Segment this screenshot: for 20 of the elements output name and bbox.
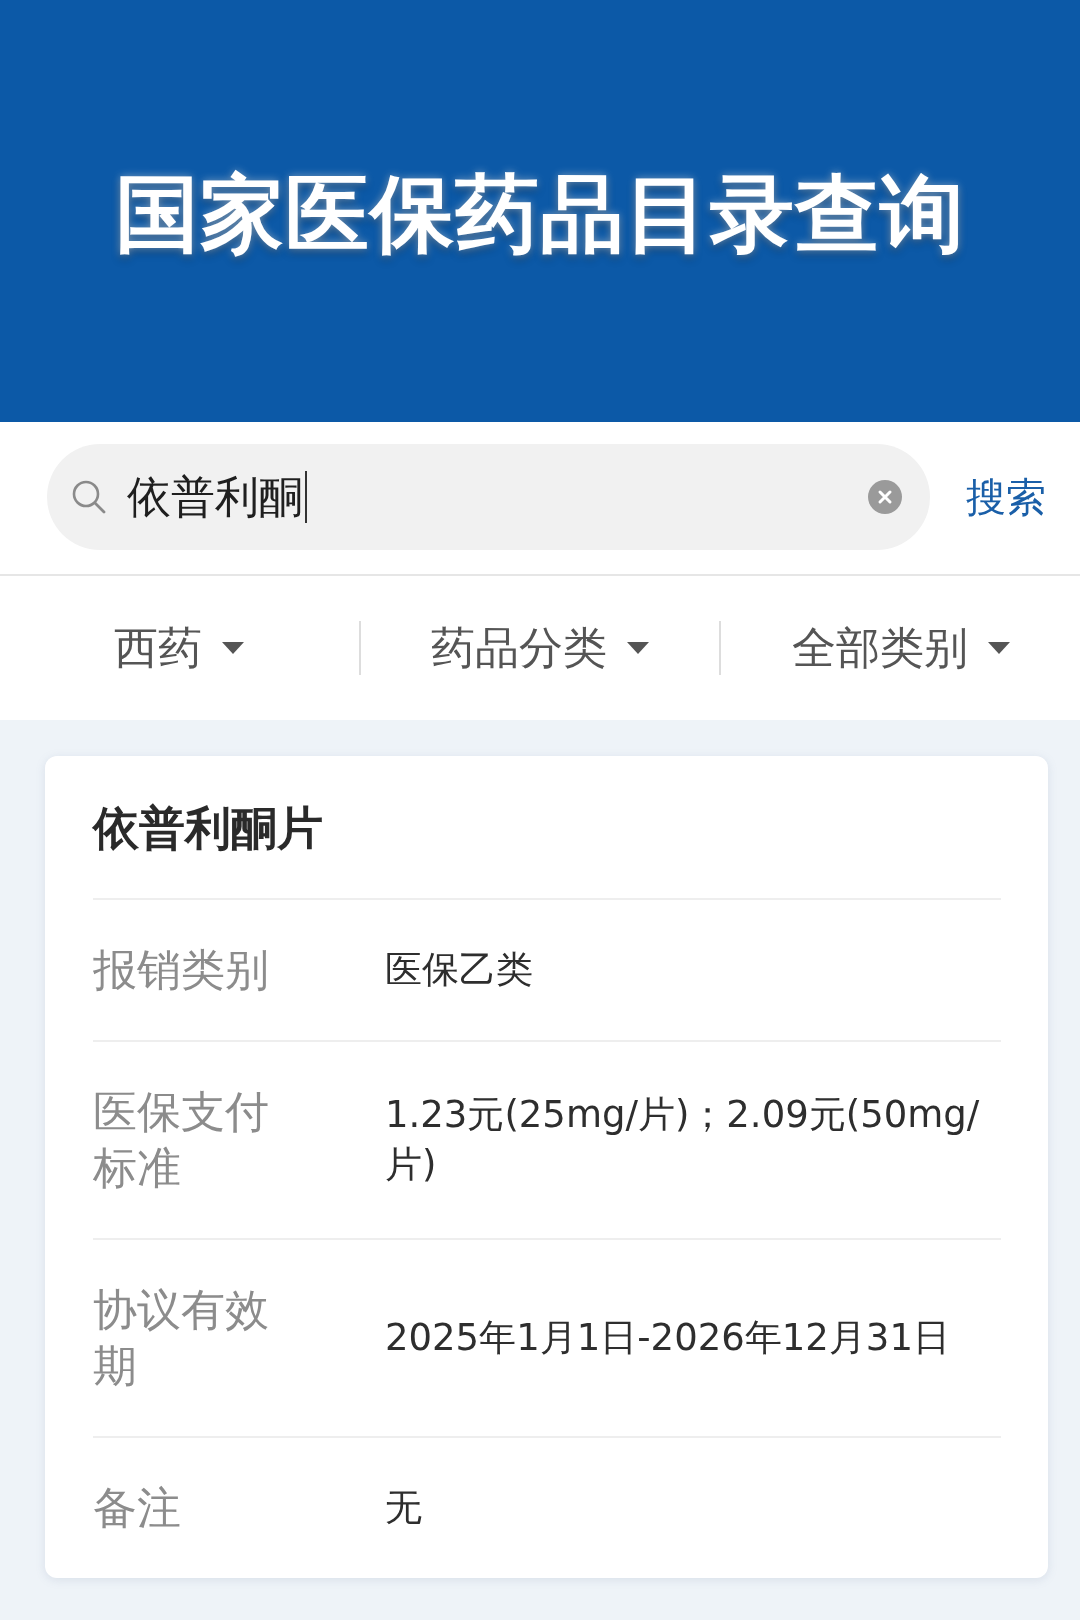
caret-icon (627, 642, 649, 654)
search-field[interactable]: 依普利酮 (47, 444, 930, 550)
caret-icon (987, 642, 1010, 654)
field-value: 无 (385, 1485, 423, 1531)
page-title: 国家医保药品目录查询 (115, 163, 965, 261)
field-value: 1.23元(25mg/片)；2.09元(50mg/片) (385, 1092, 981, 1188)
drug-name: 依普利酮片 (93, 800, 323, 857)
field-value: 医保乙类 (385, 947, 534, 993)
search-button[interactable]: 搜索 (966, 469, 1046, 525)
caret-icon (222, 642, 245, 654)
search-icon (71, 479, 107, 515)
filter-dropdown[interactable]: 全部类别 (791, 615, 1010, 681)
field-label: 报销类别 (93, 943, 270, 997)
field-label: 医保支付标准 (93, 1085, 270, 1195)
field-label: 备注 (93, 1481, 182, 1535)
filter-dropdown[interactable]: 西药 (114, 615, 245, 681)
field-label: 协议有效期 (93, 1283, 270, 1393)
field-value: 2025年1月1日-2026年12月31日 (385, 1315, 951, 1361)
clear-icon[interactable] (868, 480, 902, 514)
filter-dropdown[interactable]: 药品分类 (431, 615, 649, 681)
